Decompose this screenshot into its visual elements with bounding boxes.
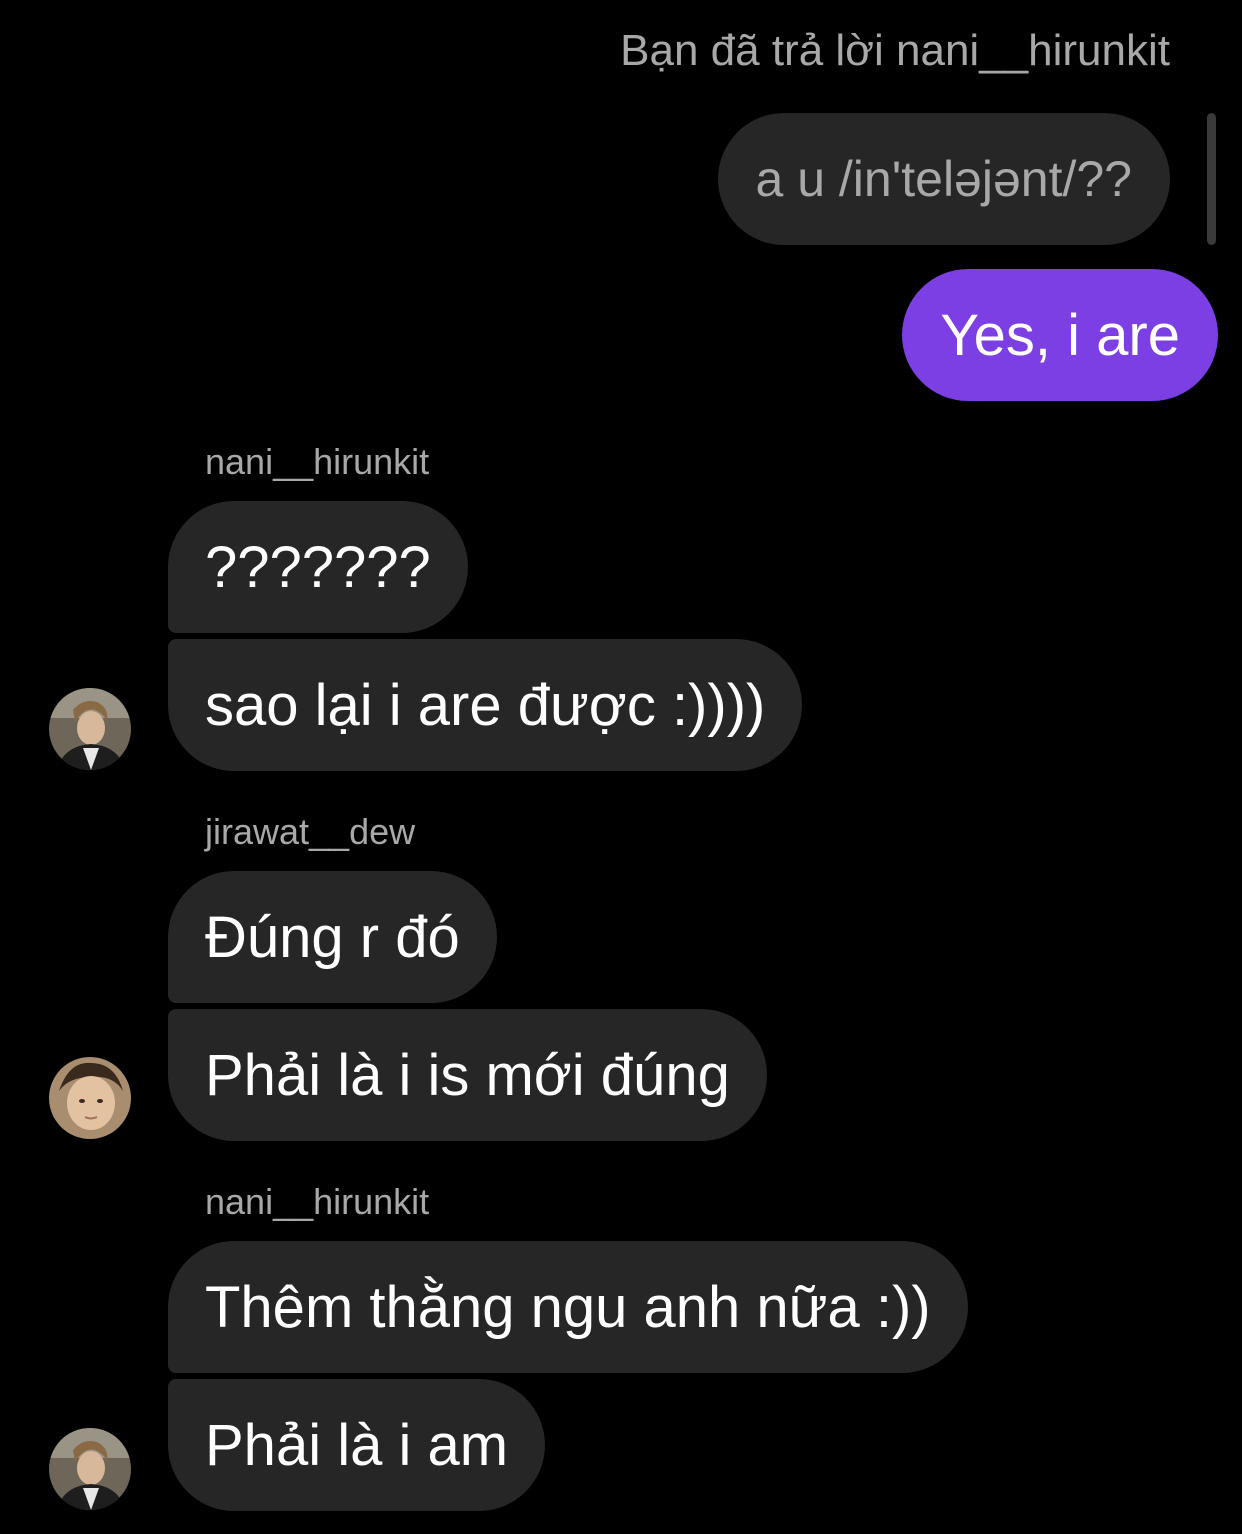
incoming-message-bubble[interactable]: Phải là i is mới đúng [168,1009,767,1141]
incoming-message-bubble[interactable]: Đúng r đó [168,871,497,1003]
incoming-message-bubble[interactable]: Thêm thằng ngu anh nữa :)) [168,1241,968,1373]
incoming-message-bubble[interactable]: ??????? [168,501,468,633]
sender-name[interactable]: nani__hirunkit [205,1181,429,1223]
outgoing-message-bubble[interactable]: Yes, i are [902,269,1218,401]
scrollbar[interactable] [1207,113,1216,245]
incoming-message-bubble[interactable]: Phải là i am [168,1379,546,1511]
incoming-message-bubble[interactable]: sao lại i are được :)))) [168,639,803,771]
quoted-message-bubble[interactable]: a u /in'teləjənt/?? [717,113,1170,245]
avatar[interactable] [49,1428,131,1510]
avatar[interactable] [49,1057,131,1139]
sender-name[interactable]: nani__hirunkit [205,441,429,483]
avatar-photo-icon [49,688,131,770]
avatar-photo-icon [49,1428,131,1510]
avatar[interactable] [49,688,131,770]
sender-name[interactable]: jirawat__dew [205,811,415,853]
avatar-photo-icon [49,1057,131,1139]
reply-context-label: Bạn đã trả lời nani__hirunkit [620,26,1170,75]
